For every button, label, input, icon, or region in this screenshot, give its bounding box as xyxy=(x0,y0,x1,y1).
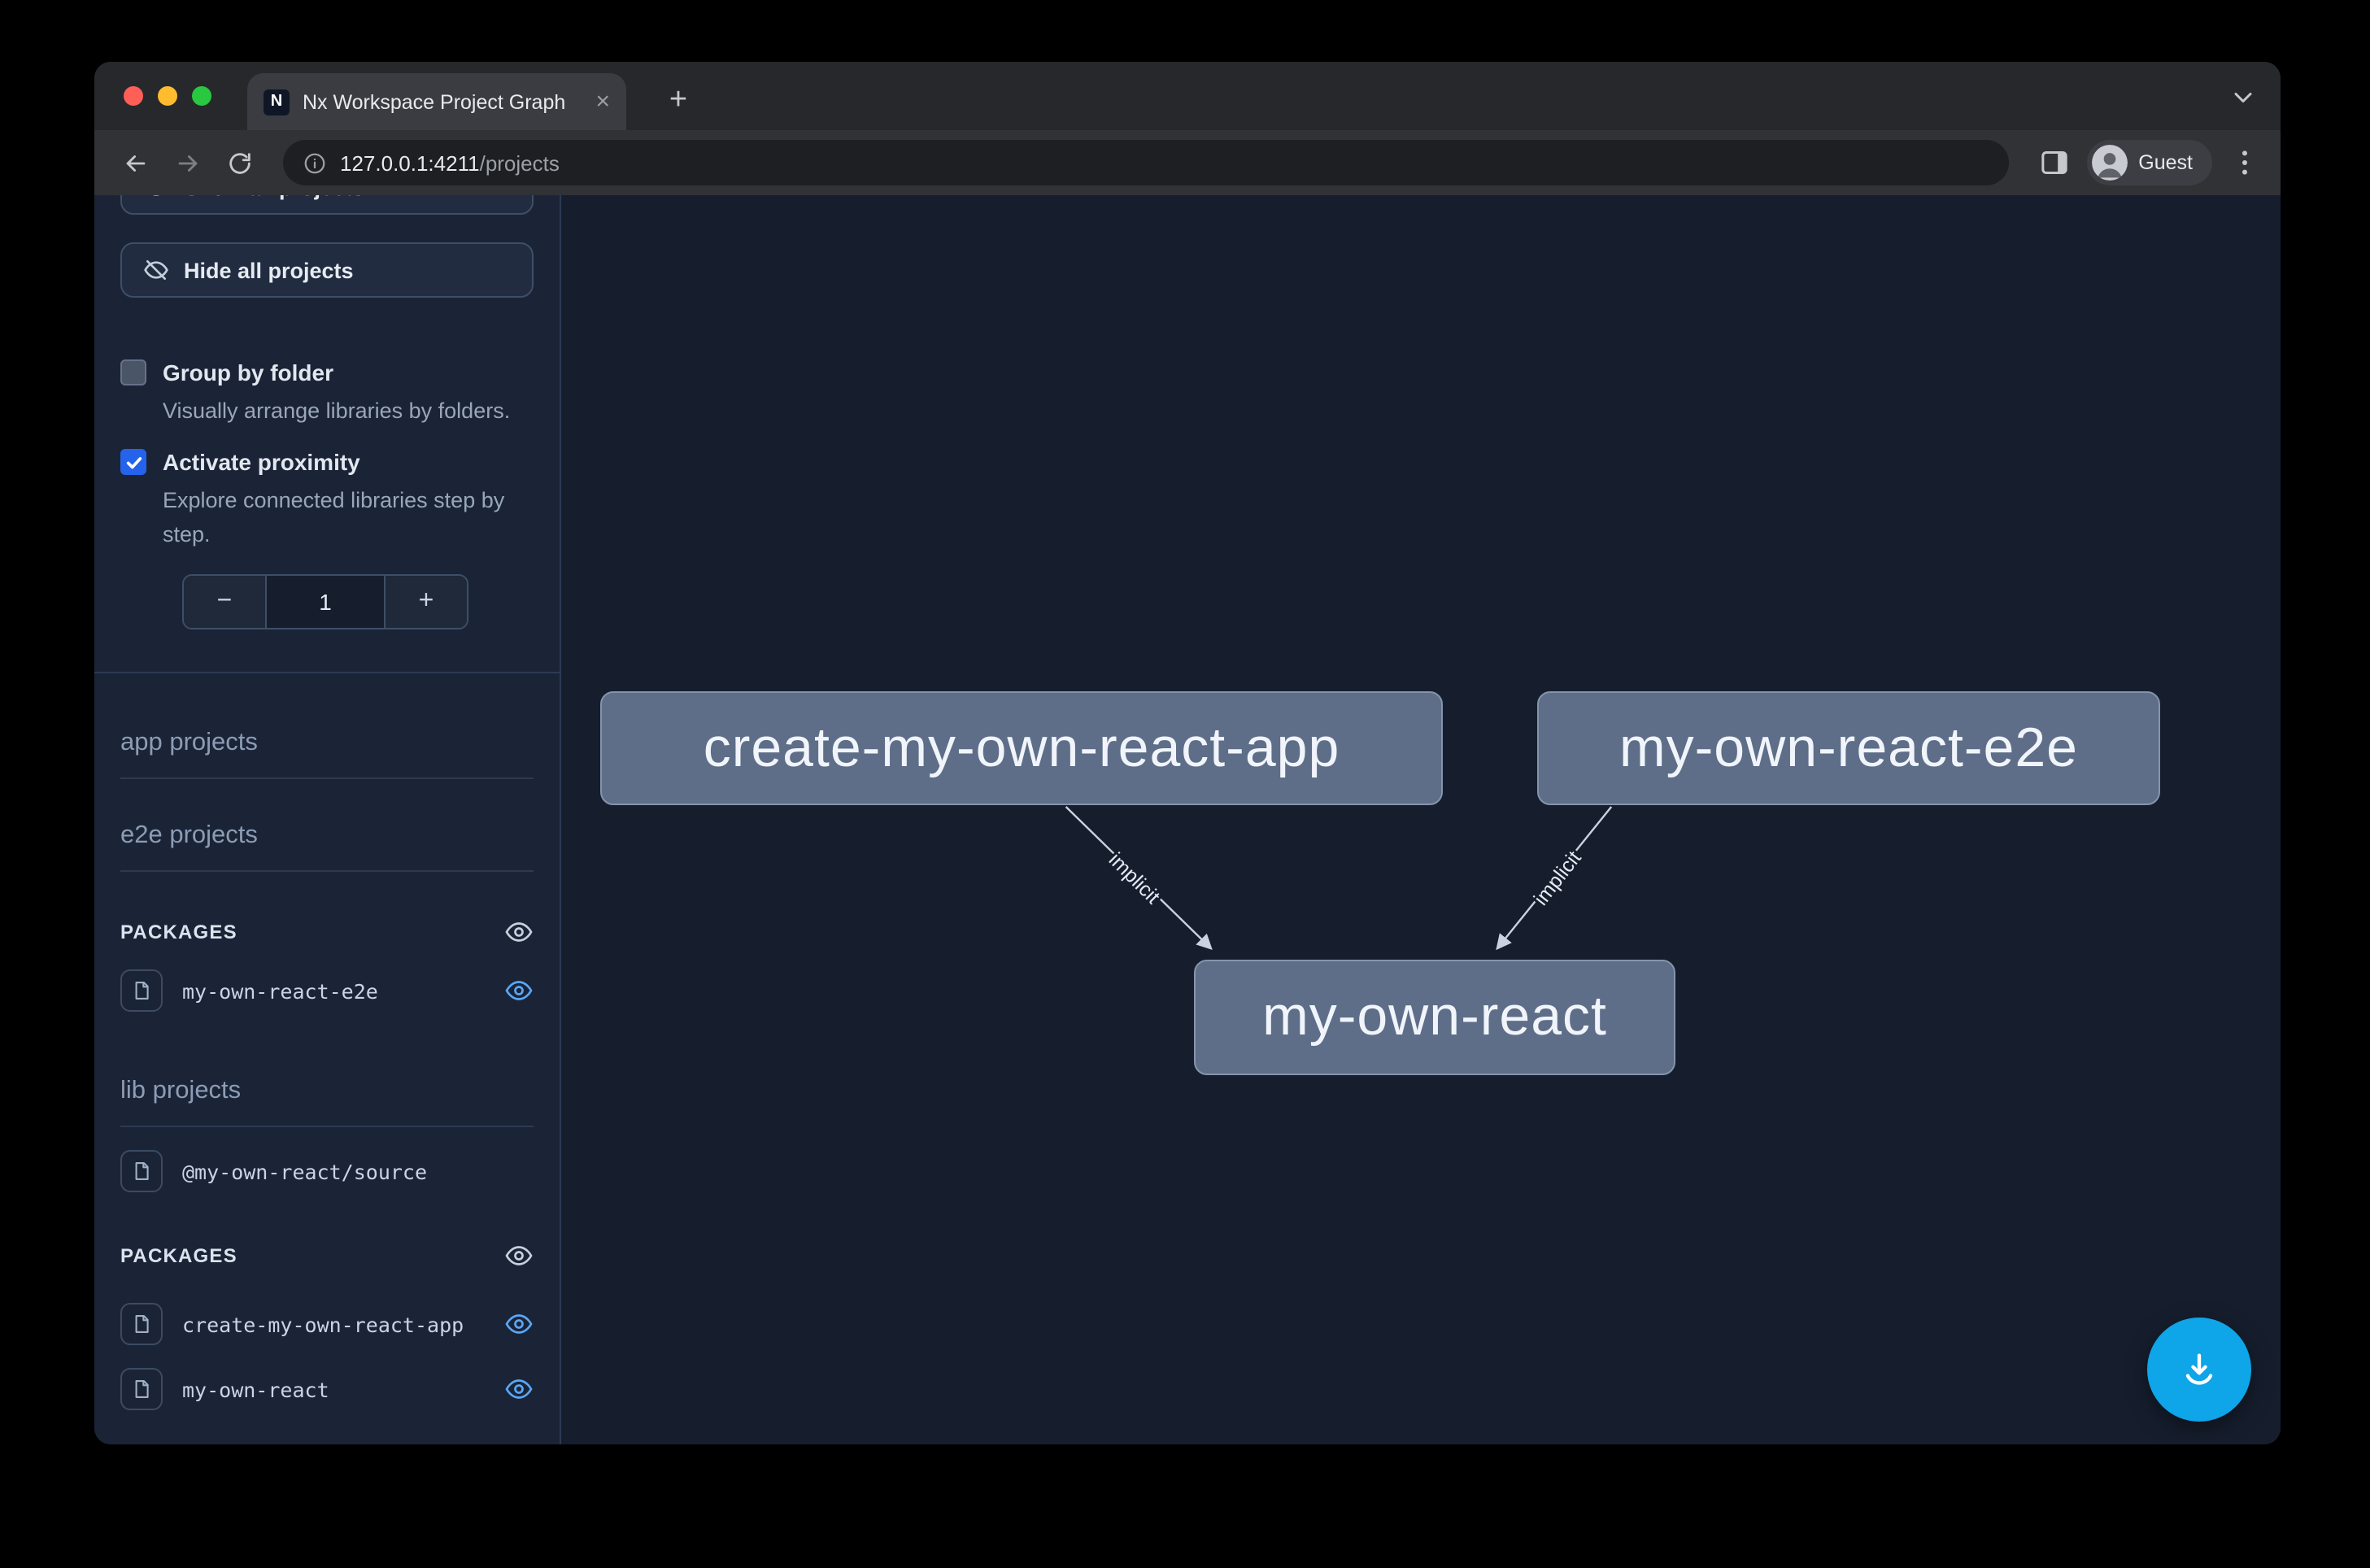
group-by-folder-option: Group by folder Visually arrange librari… xyxy=(120,358,534,428)
download-icon xyxy=(2178,1348,2220,1391)
url-host: 127.0.0.1:4211 xyxy=(340,150,480,175)
download-graph-button[interactable] xyxy=(2147,1318,2251,1422)
browser-menu-icon[interactable] xyxy=(2228,146,2261,179)
reload-button[interactable] xyxy=(218,142,260,184)
lib-packages-header: PACKAGES xyxy=(120,1241,534,1270)
project-name: @my-own-react/source xyxy=(182,1159,534,1183)
project-file-icon xyxy=(120,1368,163,1410)
sidebar: Show all projects Hide all projects Grou… xyxy=(94,195,561,1444)
site-info-icon[interactable] xyxy=(303,150,327,175)
project-eye-icon[interactable] xyxy=(504,976,534,1005)
project-file-icon xyxy=(120,969,163,1012)
activate-proximity-checkbox[interactable] xyxy=(120,449,146,475)
project-name: my-own-react-e2e xyxy=(182,978,504,1003)
lib-packages-label: PACKAGES xyxy=(120,1244,237,1267)
graph-node-my-own-react[interactable]: my-own-react xyxy=(1194,960,1675,1075)
project-file-icon xyxy=(120,1303,163,1345)
forward-button[interactable] xyxy=(166,142,208,184)
graph-node-my-own-react-e2e[interactable]: my-own-react-e2e xyxy=(1537,691,2160,805)
project-row-create-my-own-react-app[interactable]: create-my-own-react-app xyxy=(120,1303,534,1345)
show-all-projects-button[interactable]: Show all projects xyxy=(120,195,534,215)
page-content: Show all projects Hide all projects Grou… xyxy=(94,195,2281,1444)
guest-label: Guest xyxy=(2138,151,2193,174)
edge-label: implicit xyxy=(1104,848,1165,908)
e2e-packages-header: PACKAGES xyxy=(120,917,534,947)
project-row-my-own-react-e2e[interactable]: my-own-react-e2e xyxy=(120,969,534,1012)
back-button[interactable] xyxy=(114,142,156,184)
project-graph-canvas[interactable]: implicit implicit create-my-own-react-ap… xyxy=(561,195,2281,1444)
e2e-packages-eye-icon[interactable] xyxy=(504,917,534,947)
sidebar-divider xyxy=(94,672,560,673)
browser-toolbar: 127.0.0.1:4211/projects Guest xyxy=(94,130,2281,195)
activate-proximity-description: Explore connected libraries step by step… xyxy=(163,483,534,551)
project-name: create-my-own-react-app xyxy=(182,1312,504,1336)
hide-all-projects-label: Hide all projects xyxy=(184,258,354,282)
browser-tab[interactable]: N Nx Workspace Project Graph × xyxy=(247,73,626,130)
address-bar[interactable]: 127.0.0.1:4211/projects xyxy=(283,140,2008,185)
group-by-folder-description: Visually arrange libraries by folders. xyxy=(163,394,510,428)
lib-packages-eye-icon[interactable] xyxy=(504,1241,534,1270)
project-name: my-own-react xyxy=(182,1377,504,1401)
tab-title: Nx Workspace Project Graph xyxy=(303,90,582,113)
activate-proximity-label[interactable]: Activate proximity xyxy=(163,447,534,477)
tab-strip: N Nx Workspace Project Graph × + xyxy=(94,62,2281,130)
graph-node-create-my-own-react-app[interactable]: create-my-own-react-app xyxy=(600,691,1443,805)
traffic-lights xyxy=(124,86,211,106)
url-path: /projects xyxy=(480,150,560,175)
url-text: 127.0.0.1:4211/projects xyxy=(340,150,560,175)
proximity-stepper: − 1 + xyxy=(182,574,468,629)
proximity-decrement-button[interactable]: − xyxy=(184,576,265,628)
section-app-projects: app projects xyxy=(120,729,534,779)
activate-proximity-option: Activate proximity Explore connected lib… xyxy=(120,447,534,551)
show-all-projects-label: Show all projects xyxy=(184,195,364,199)
group-by-folder-label[interactable]: Group by folder xyxy=(163,358,510,387)
project-eye-icon[interactable] xyxy=(504,1374,534,1404)
group-by-folder-checkbox[interactable] xyxy=(120,359,146,385)
browser-window: N Nx Workspace Project Graph × + xyxy=(94,62,2281,1444)
close-window-button[interactable] xyxy=(124,86,143,106)
new-tab-button[interactable]: + xyxy=(656,78,701,124)
tabstrip-chevron-icon[interactable] xyxy=(2228,83,2258,112)
e2e-packages-label: PACKAGES xyxy=(120,921,237,943)
hide-all-projects-button[interactable]: Hide all projects xyxy=(120,242,534,298)
nx-logo-icon: N xyxy=(264,89,290,115)
minimize-window-button[interactable] xyxy=(158,86,177,106)
side-panel-icon[interactable] xyxy=(2037,146,2070,179)
edge-label: implicit xyxy=(1530,847,1586,909)
avatar xyxy=(2091,145,2127,181)
eye-off-icon xyxy=(143,257,169,283)
zoom-window-button[interactable] xyxy=(192,86,211,106)
desktop-background: N Nx Workspace Project Graph × + xyxy=(0,0,2370,1568)
project-row-my-own-react[interactable]: my-own-react xyxy=(120,1368,534,1410)
proximity-value[interactable]: 1 xyxy=(265,576,386,628)
section-e2e-projects: e2e projects xyxy=(120,821,534,872)
tab-close-icon[interactable]: × xyxy=(595,89,610,114)
graph-edges: implicit implicit xyxy=(561,195,2281,1444)
proximity-increment-button[interactable]: + xyxy=(386,576,467,628)
project-eye-icon[interactable] xyxy=(504,1309,534,1339)
profile-guest-button[interactable]: Guest xyxy=(2086,140,2212,185)
project-file-icon xyxy=(120,1150,163,1192)
section-lib-projects: lib projects xyxy=(120,1077,534,1127)
project-row-my-own-react-source[interactable]: @my-own-react/source xyxy=(120,1150,534,1192)
